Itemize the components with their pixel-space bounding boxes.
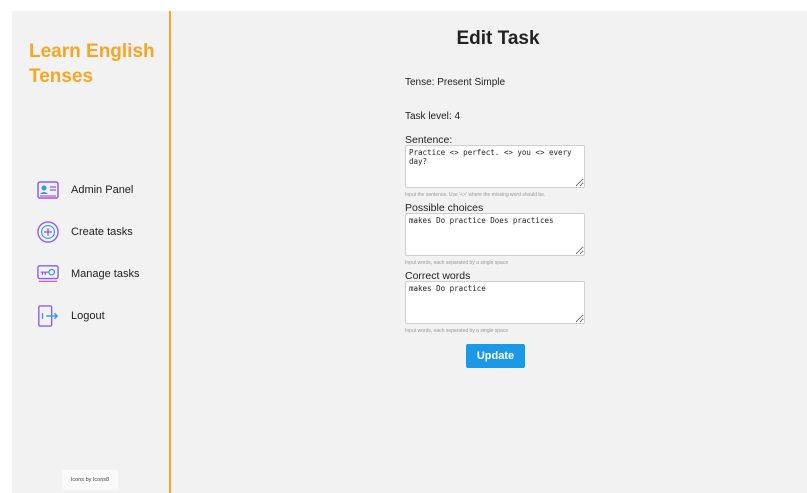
app-window: Learn English Tenses Admin Panel Create … [12,11,807,493]
choices-hint: Input words, each separated by a single … [405,260,509,266]
choices-textarea[interactable]: makes Do practice Does practices [405,213,585,256]
sidebar: Learn English Tenses Admin Panel Create … [12,11,171,493]
sidebar-item-manage-tasks[interactable]: Manage tasks [37,262,167,286]
sentence-textarea[interactable]: Practice <> perfect. <> you <> every day… [405,145,585,188]
sidebar-item-label: Logout [71,310,105,322]
add-circle-icon [37,221,59,243]
sentence-hint: Input the sentence. Use '<>' where the m… [405,192,546,198]
app-brand: Learn English Tenses [29,41,155,87]
admin-panel-icon [37,179,59,201]
correct-words-hint: Input words, each separated by a single … [405,328,509,334]
sidebar-item-label: Create tasks [71,226,133,238]
task-level-text: Task level: 4 [405,111,461,122]
correct-words-textarea[interactable]: makes Do practice [405,281,585,324]
main-content: Edit Task Tense: Present Simple Task lev… [173,11,807,493]
icons-credit[interactable]: Icons by Icons8 [62,470,118,490]
page-title: Edit Task [456,28,540,49]
update-button[interactable]: Update [466,344,525,368]
sidebar-item-create-tasks[interactable]: Create tasks [37,220,167,244]
tense-text: Tense: Present Simple [405,77,506,88]
sidebar-nav: Admin Panel Create tasks Manage tasks Lo… [37,178,167,346]
sidebar-item-logout[interactable]: Logout [37,304,167,328]
sidebar-item-label: Admin Panel [71,184,134,196]
sidebar-item-admin-panel[interactable]: Admin Panel [37,178,167,202]
sidebar-item-label: Manage tasks [71,268,140,280]
key-card-icon [37,263,59,285]
logout-door-icon [37,305,59,327]
